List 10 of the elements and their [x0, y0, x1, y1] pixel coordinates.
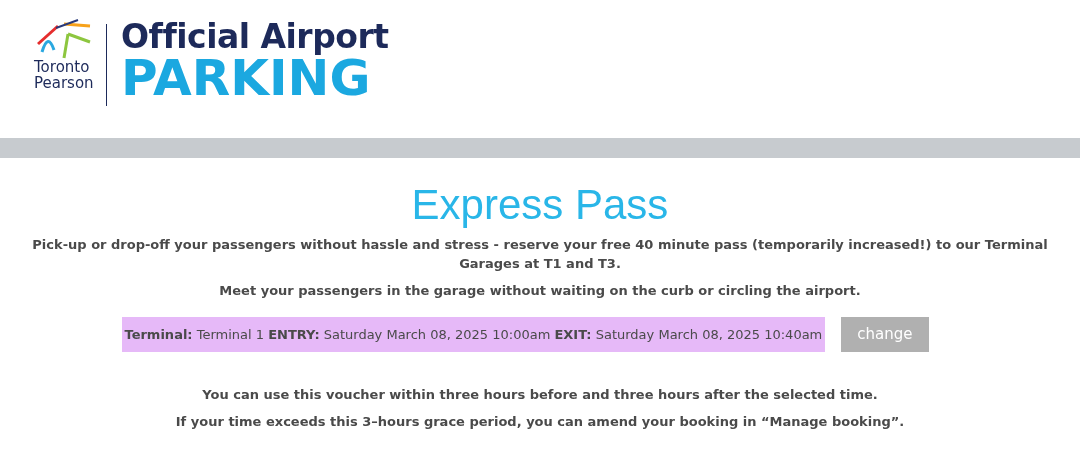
page-title: Express Pass	[410, 180, 670, 230]
booking-summary: Terminal: Terminal 1 ENTRY: Saturday March 08, 2025 10:00am EXIT: Saturday March 08, 2025 10:40am	[121, 316, 826, 353]
intro-text: Pick-up or drop-off your passengers without hassle and stress - reserve your free 40 minute pass (temporarily increased!) to our Terminal Garages at T1 and T3.	[31, 236, 1049, 274]
logo-title: Official Airport	[121, 20, 389, 53]
logo-brand-text: Pearson	[34, 75, 94, 92]
logo-brand-text: Toronto	[34, 60, 91, 76]
intro-text: Meet your passengers in the garage without waiting on the curb or circling the airport.	[218, 282, 862, 301]
note-text: If your time exceeds this 3–hours grace period, you can amend your booking in “Manage booking”.	[174, 413, 906, 432]
change-button[interactable]: change	[841, 317, 929, 352]
note-text: You can use this voucher within three hours before and three hours after the selected time.	[201, 386, 879, 405]
